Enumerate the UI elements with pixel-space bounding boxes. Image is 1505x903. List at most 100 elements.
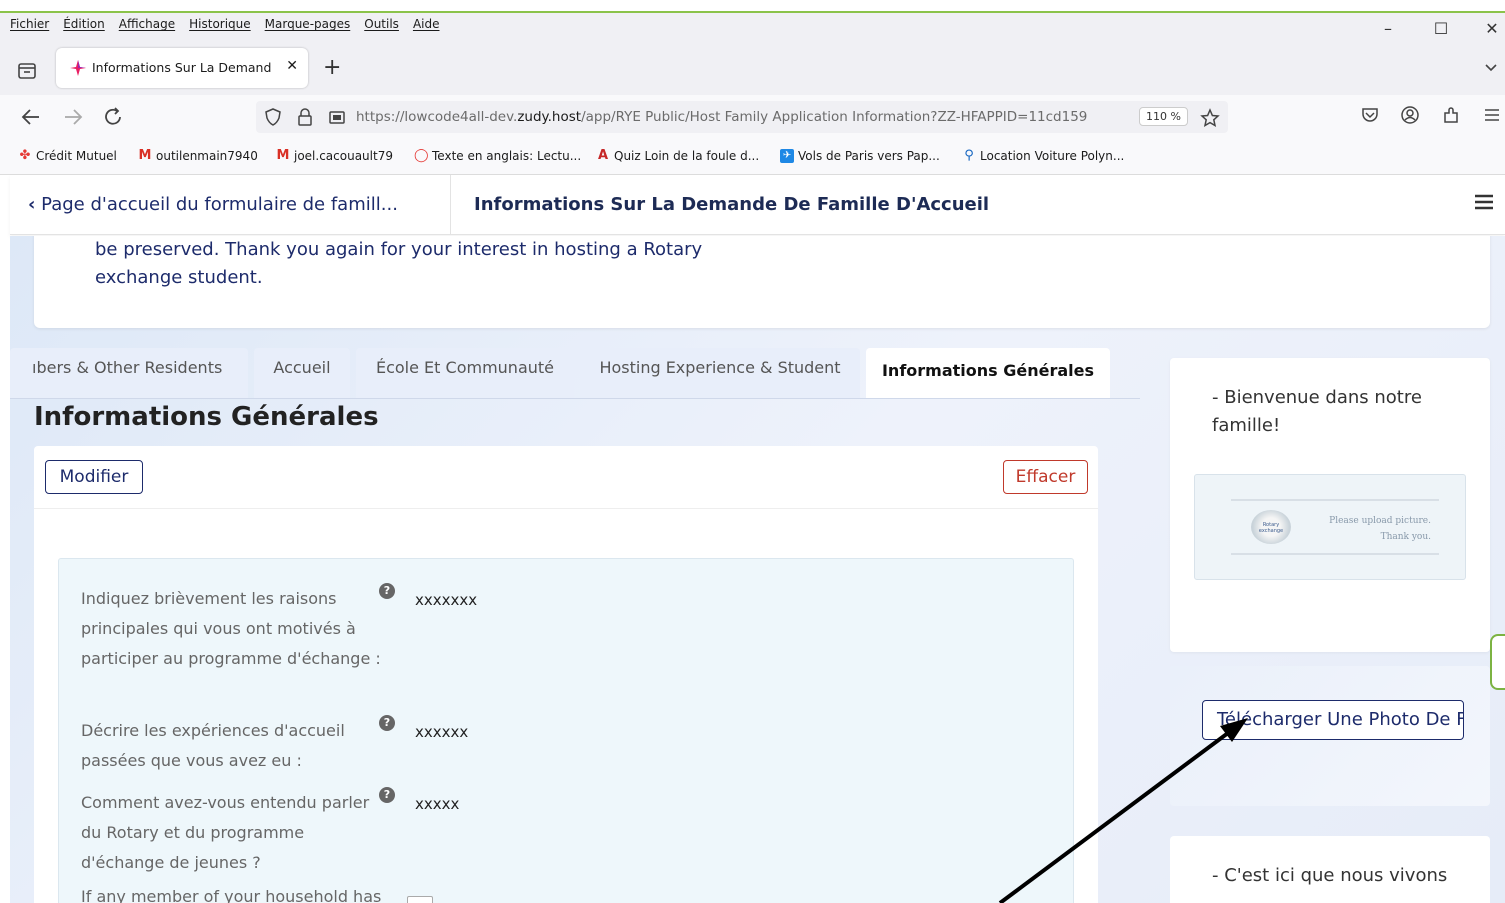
field-value-motivation: xxxxxxx	[415, 591, 478, 609]
tabs-underline	[10, 398, 1140, 399]
household-checkbox[interactable]	[407, 896, 433, 903]
tab-hosting-experience[interactable]: Hosting Experience & Student	[580, 348, 860, 398]
card-separator	[34, 508, 1098, 509]
forward-arrow-icon[interactable]	[62, 107, 84, 127]
pin-icon: ⚲	[964, 148, 974, 163]
bookmark-gmail-2[interactable]: M joel.cacouault79	[276, 148, 393, 164]
url-domain: zudy.host	[517, 109, 582, 125]
bookmark-texte-anglais[interactable]: ◯ Texte en anglais: Lectu...	[414, 148, 582, 164]
browser-tab-active[interactable]: Informations Sur La Demande D ✕	[56, 48, 308, 88]
navigation-bar: https://lowcode4all-dev.zudy.host/app/RY…	[0, 95, 1505, 139]
tab-list-icon[interactable]	[16, 61, 38, 81]
new-tab-button[interactable]: +	[323, 57, 341, 79]
help-icon[interactable]: ?	[379, 583, 395, 599]
field-label-household: If any member of your household has	[81, 887, 382, 903]
lock-icon[interactable]	[296, 108, 314, 126]
address-bar[interactable]: https://lowcode4all-dev.zudy.host/app/RY…	[256, 101, 1228, 133]
fields-container: Indiquez brièvement les raisons principa…	[58, 558, 1074, 903]
help-icon[interactable]: ?	[379, 715, 395, 731]
plane-icon: ✈	[780, 149, 794, 163]
back-to-home-link[interactable]: ‹ Page d'accueil du formulaire de famill…	[28, 194, 398, 215]
pocket-icon[interactable]	[1360, 105, 1380, 125]
header-divider	[450, 175, 451, 235]
chevron-left-icon: ‹	[28, 194, 36, 215]
reload-icon[interactable]	[103, 107, 125, 127]
section-title: Informations Générales	[34, 402, 379, 432]
modify-button[interactable]: Modifier	[45, 460, 143, 494]
bookmark-quiz[interactable]: A Quiz Loin de la foule d...	[596, 148, 760, 164]
menu-historique[interactable]: Historique	[189, 17, 251, 31]
browser-window: Fichier Édition Affichage Historique Mar…	[0, 0, 1505, 903]
clear-button[interactable]: Effacer	[1003, 460, 1088, 494]
rotary-exchange-logo: Rotary exchange	[1251, 510, 1291, 544]
opera-icon: ◯	[414, 148, 429, 163]
bookmark-label: Vols de Paris vers Pap...	[798, 149, 940, 163]
intro-text: be preserved. Thank you again for your i…	[95, 239, 703, 288]
bookmark-gmail-1[interactable]: M outilenmain7940	[138, 148, 258, 164]
url-prefix: https://lowcode4all-dev.	[356, 109, 518, 125]
browser-tab-title: Informations Sur La Demande D	[92, 60, 272, 75]
gmail-icon: M	[276, 148, 290, 163]
photo-frame: Rotary exchange Please upload picture. T…	[1231, 499, 1439, 555]
bookmark-location[interactable]: ⚲ Location Voiture Polyn...	[962, 148, 1125, 164]
field-value-experiences: xxxxxx	[415, 723, 469, 741]
hamburger-menu-icon[interactable]	[1473, 191, 1495, 213]
bookmark-label: Location Voiture Polyn...	[980, 149, 1125, 163]
residence-text: - C'est ici que nous vivons	[1212, 865, 1448, 886]
field-label-motivation: Indiquez brièvement les raisons principa…	[81, 589, 381, 668]
back-link-label: Page d'accueil du formulaire de famill..…	[41, 194, 398, 215]
zudy-favicon-icon	[70, 60, 86, 76]
bookmark-credit-mutuel[interactable]: ✤ Crédit Mutuel	[18, 148, 117, 164]
account-icon[interactable]	[1400, 105, 1420, 125]
bookmark-vols[interactable]: ✈ Vols de Paris vers Pap...	[780, 149, 940, 163]
back-arrow-icon[interactable]	[20, 107, 42, 127]
menu-edition[interactable]: Édition	[63, 17, 105, 31]
permissions-icon[interactable]	[328, 108, 346, 126]
menu-aide[interactable]: Aide	[413, 17, 440, 31]
zoom-indicator[interactable]: 110 %	[1139, 107, 1188, 126]
tab-informations-generales[interactable]: Informations Générales	[866, 348, 1110, 398]
app-menu-icon[interactable]	[1483, 105, 1501, 125]
page-title: Informations Sur La Demande De Famille D…	[474, 194, 990, 215]
menu-affichage[interactable]: Affichage	[119, 17, 175, 31]
bookmark-star-icon[interactable]	[1200, 108, 1220, 128]
tab-members-residents[interactable]: ıbers & Other Residents	[10, 348, 248, 398]
bookmark-label: Crédit Mutuel	[36, 149, 117, 163]
upload-family-photo-button[interactable]: Télécharger Une Photo De Famille	[1202, 700, 1464, 740]
menu-items: Fichier Édition Affichage Historique Mar…	[10, 17, 439, 31]
credit-mutuel-icon: ✤	[19, 148, 31, 163]
page-content: be preserved. Thank you again for your i…	[10, 236, 1505, 903]
help-icon[interactable]: ?	[379, 787, 395, 803]
upload-card: Télécharger Une Photo De Famille	[1170, 666, 1490, 806]
photo-message-line-2: Thank you.	[1380, 532, 1431, 542]
field-label-heard-about: Comment avez-vous entendu parler du Rota…	[81, 793, 370, 872]
family-photo-placeholder: Rotary exchange Please upload picture. T…	[1194, 474, 1466, 580]
menu-fichier[interactable]: Fichier	[10, 17, 49, 31]
extensions-icon[interactable]	[1441, 105, 1461, 125]
url-path: /app/RYE Public/Host Family Application …	[581, 109, 1088, 125]
tab-bar: Informations Sur La Demande D ✕ +	[0, 37, 1505, 95]
bookmark-label: Quiz Loin de la foule d...	[614, 149, 760, 163]
font-icon: A	[597, 148, 609, 163]
gmail-icon: M	[138, 148, 152, 163]
menu-marque-pages[interactable]: Marque-pages	[265, 17, 351, 31]
bookmark-label: outilenmain7940	[156, 149, 258, 163]
intro-card: be preserved. Thank you again for your i…	[34, 236, 1490, 328]
app-header: ‹ Page d'accueil du formulaire de famill…	[10, 175, 1505, 235]
list-all-tabs-icon[interactable]	[1483, 61, 1499, 73]
menu-outils[interactable]: Outils	[364, 17, 399, 31]
upload-picture-message: Please upload picture. Thank you.	[1329, 513, 1431, 545]
tab-ecole-communaute[interactable]: École Et Communauté	[356, 348, 574, 398]
url-text[interactable]: https://lowcode4all-dev.zudy.host/app/RY…	[356, 109, 1126, 125]
shield-icon[interactable]	[264, 108, 282, 126]
tab-accueil[interactable]: Accueil	[254, 348, 350, 398]
form-card: Modifier Effacer Indiquez brièvement les…	[34, 446, 1098, 903]
side-widget-handle[interactable]	[1490, 634, 1505, 690]
tab-close-icon[interactable]: ✕	[286, 58, 298, 74]
bookmarks-bar: ✤ Crédit Mutuel M outilenmain7940 M joel…	[0, 139, 1505, 175]
menu-bar: Fichier Édition Affichage Historique Mar…	[0, 13, 1505, 38]
photo-message-line-1: Please upload picture.	[1329, 516, 1431, 526]
residence-card: - C'est ici que nous vivons	[1170, 836, 1490, 903]
field-value-heard-about: xxxxx	[415, 795, 460, 813]
bookmark-label: Texte en anglais: Lectu...	[432, 149, 582, 163]
